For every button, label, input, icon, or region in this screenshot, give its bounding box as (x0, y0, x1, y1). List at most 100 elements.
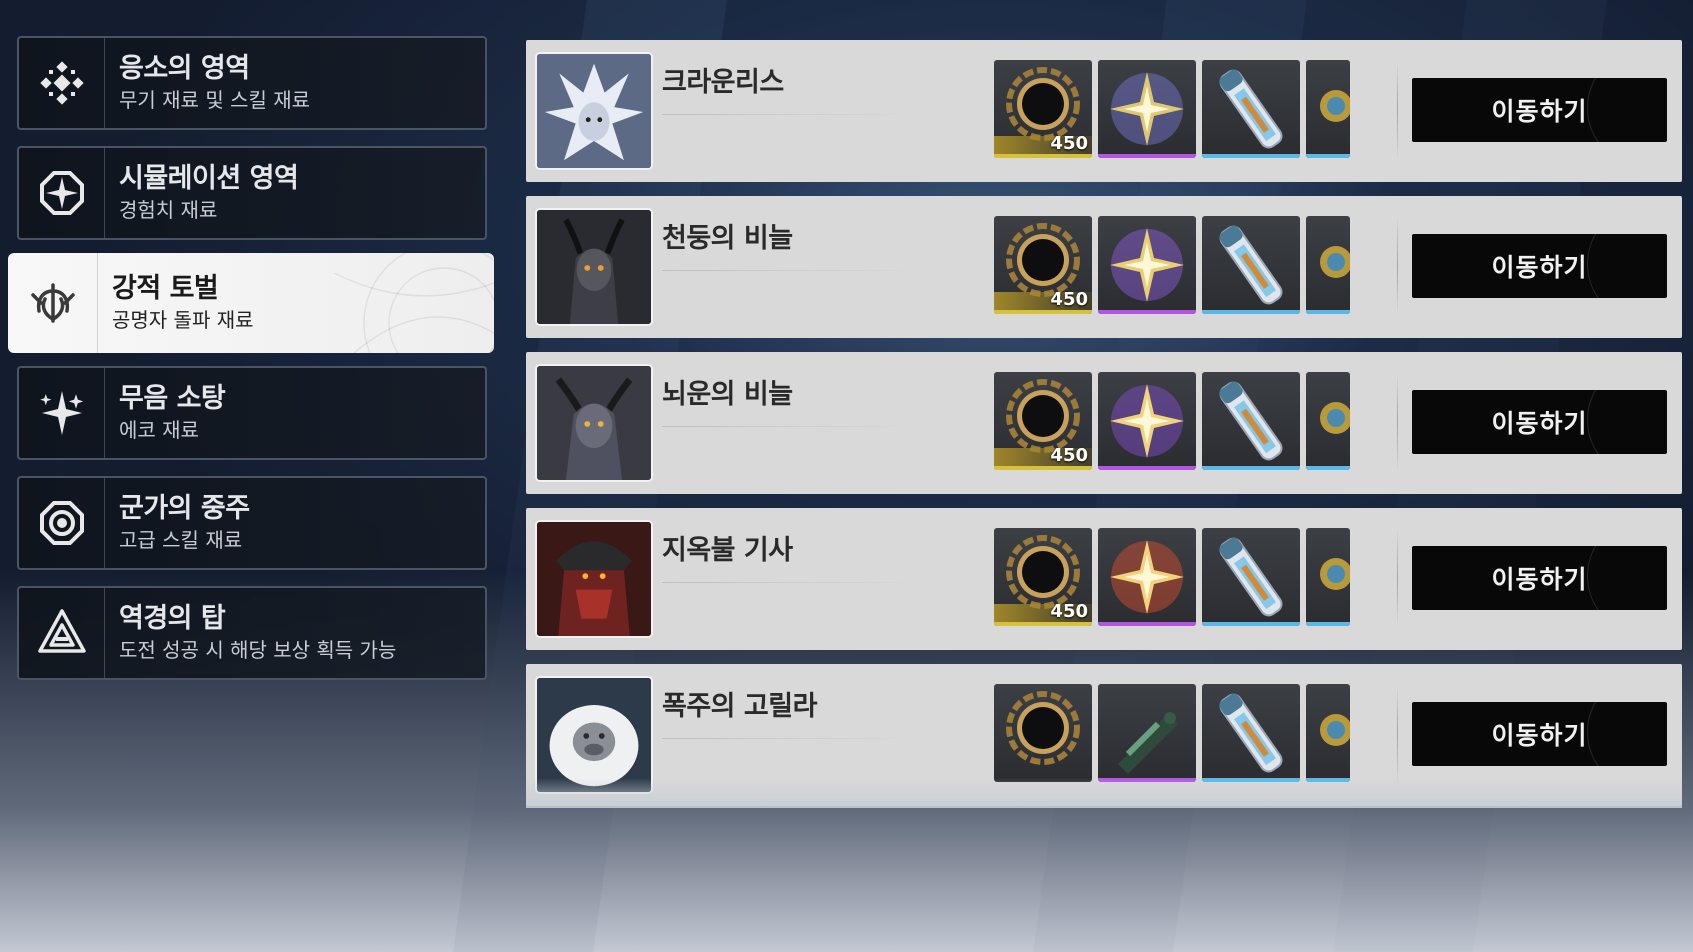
exp-potion-item[interactable] (1202, 372, 1300, 470)
item-quantity: 450 (1050, 601, 1088, 622)
octagon-compass-icon (19, 148, 105, 238)
shell-credit-item[interactable]: 450 (994, 372, 1092, 470)
thundering-mephis-portrait (535, 208, 653, 326)
go-button-label: 이동하기 (1491, 565, 1588, 594)
reward-separator (1397, 684, 1398, 784)
boss-material-item[interactable] (1098, 528, 1196, 626)
boss-row[interactable]: 지옥불 기사 450 이동하기 (526, 508, 1682, 650)
exp-potion-item[interactable] (1202, 60, 1300, 158)
go-button-label: 이동하기 (1491, 97, 1588, 126)
button-decoration (1587, 390, 1667, 454)
name-divider (662, 738, 922, 739)
name-divider (662, 270, 922, 271)
rarity-bar (1098, 466, 1196, 470)
name-divider (662, 426, 922, 427)
extra-reward-item[interactable] (1306, 684, 1350, 782)
button-decoration (1587, 546, 1667, 610)
rarity-bar (1202, 466, 1300, 470)
rarity-bar (1098, 154, 1196, 158)
rarity-bar (994, 154, 1092, 158)
go-button-label: 이동하기 (1491, 253, 1588, 282)
rarity-bar (1098, 778, 1196, 782)
category-item-boss-challenge[interactable]: 강적 토벌 공명자 돌파 재료 (8, 253, 494, 353)
boss-name: 폭주의 고릴라 (662, 691, 817, 722)
rarity-bar (994, 622, 1092, 626)
category-item-simulation[interactable]: 시뮬레이션 영역 경험치 재료 (17, 146, 487, 240)
reward-list[interactable]: 450 (994, 216, 1390, 314)
shell-credit-item[interactable]: 450 (994, 528, 1092, 626)
boss-material-item[interactable] (1098, 60, 1196, 158)
shell-credit-item[interactable]: 450 (994, 60, 1092, 158)
boss-row[interactable]: 폭주의 고릴라이동하기 (526, 664, 1682, 806)
reward-separator (1397, 216, 1398, 316)
tempest-mephis-portrait (535, 364, 653, 482)
exp-potion-item[interactable] (1202, 684, 1300, 782)
inferno-rider-portrait (535, 520, 653, 638)
boss-material-item[interactable] (1098, 684, 1196, 782)
category-item-forgery[interactable]: 응소의 영역 무기 재료 및 스킬 재료 (17, 36, 487, 130)
crownless-portrait (535, 52, 653, 170)
reward-list[interactable] (994, 684, 1390, 782)
rarity-bar (994, 310, 1092, 314)
go-button-label: 이동하기 (1491, 721, 1588, 750)
item-quantity: 450 (1050, 289, 1088, 310)
category-subtitle: 고급 스킬 재료 (119, 528, 243, 552)
shell-credit-item[interactable] (994, 684, 1092, 782)
extra-reward-item[interactable] (1306, 372, 1350, 470)
rarity-bar (1202, 154, 1300, 158)
reward-list[interactable]: 450 (994, 528, 1390, 626)
lampylumen-portrait (535, 676, 653, 794)
category-title: 시뮬레이션 영역 (119, 163, 299, 194)
reward-separator (1397, 528, 1398, 628)
rarity-bar (1306, 310, 1350, 314)
exp-potion-item[interactable] (1202, 528, 1300, 626)
category-item-tacet[interactable]: 무음 소탕 에코 재료 (17, 366, 487, 460)
boss-material-item[interactable] (1098, 216, 1196, 314)
rarity-bar (1202, 622, 1300, 626)
go-button[interactable]: 이동하기 (1412, 546, 1667, 610)
name-divider (662, 114, 922, 115)
boss-name: 천둥의 비늘 (662, 223, 793, 254)
go-button[interactable]: 이동하기 (1412, 702, 1667, 766)
rarity-bar (1202, 778, 1300, 782)
triangle-tower-icon (19, 588, 105, 678)
category-subtitle: 경험치 재료 (119, 198, 218, 222)
rarity-bar (1098, 310, 1196, 314)
name-divider (662, 582, 922, 583)
boss-row[interactable]: 크라운리스 450 이동하기 (526, 40, 1682, 182)
boss-material-item[interactable] (1098, 372, 1196, 470)
category-subtitle: 공명자 돌파 재료 (112, 308, 254, 332)
reward-list[interactable]: 450 (994, 60, 1390, 158)
boss-list[interactable]: 크라운리스 450 이동하기 천둥의 비늘 450 이동하기 뇌운의 비늘 450 이동하기 지옥… (526, 40, 1682, 808)
go-button[interactable]: 이동하기 (1412, 234, 1667, 298)
item-quantity: 450 (1050, 133, 1088, 154)
category-item-tower[interactable]: 역경의 탑 도전 성공 시 해당 보상 획득 가능 (17, 586, 487, 680)
exp-potion-item[interactable] (1202, 216, 1300, 314)
rarity-bar (1306, 622, 1350, 626)
go-button[interactable]: 이동하기 (1412, 78, 1667, 142)
concentric-ring-icon (19, 478, 105, 568)
extra-reward-item[interactable] (1306, 60, 1350, 158)
boss-row[interactable]: 천둥의 비늘 450 이동하기 (526, 196, 1682, 338)
rarity-bar (994, 466, 1092, 470)
boss-name: 크라운리스 (662, 67, 784, 98)
boss-name: 뇌운의 비늘 (662, 379, 793, 410)
category-item-weekly-challenge[interactable]: 군가의 중주 고급 스킬 재료 (17, 476, 487, 570)
rarity-bar (1306, 466, 1350, 470)
button-decoration (1587, 78, 1667, 142)
reward-separator (1397, 60, 1398, 160)
spark-star-icon (19, 368, 105, 458)
extra-reward-item[interactable] (1306, 216, 1350, 314)
reward-list[interactable]: 450 (994, 372, 1390, 470)
boss-row[interactable]: 뇌운의 비늘 450 이동하기 (526, 352, 1682, 494)
category-title: 군가의 중주 (119, 493, 250, 524)
button-decoration (1587, 702, 1667, 766)
diamond-cross-icon (19, 38, 105, 128)
boss-name: 지옥불 기사 (662, 535, 793, 566)
rarity-bar (1202, 310, 1300, 314)
category-subtitle: 에코 재료 (119, 418, 199, 442)
shell-credit-item[interactable]: 450 (994, 216, 1092, 314)
go-button[interactable]: 이동하기 (1412, 390, 1667, 454)
extra-reward-item[interactable] (1306, 528, 1350, 626)
category-title: 무음 소탕 (119, 383, 226, 414)
